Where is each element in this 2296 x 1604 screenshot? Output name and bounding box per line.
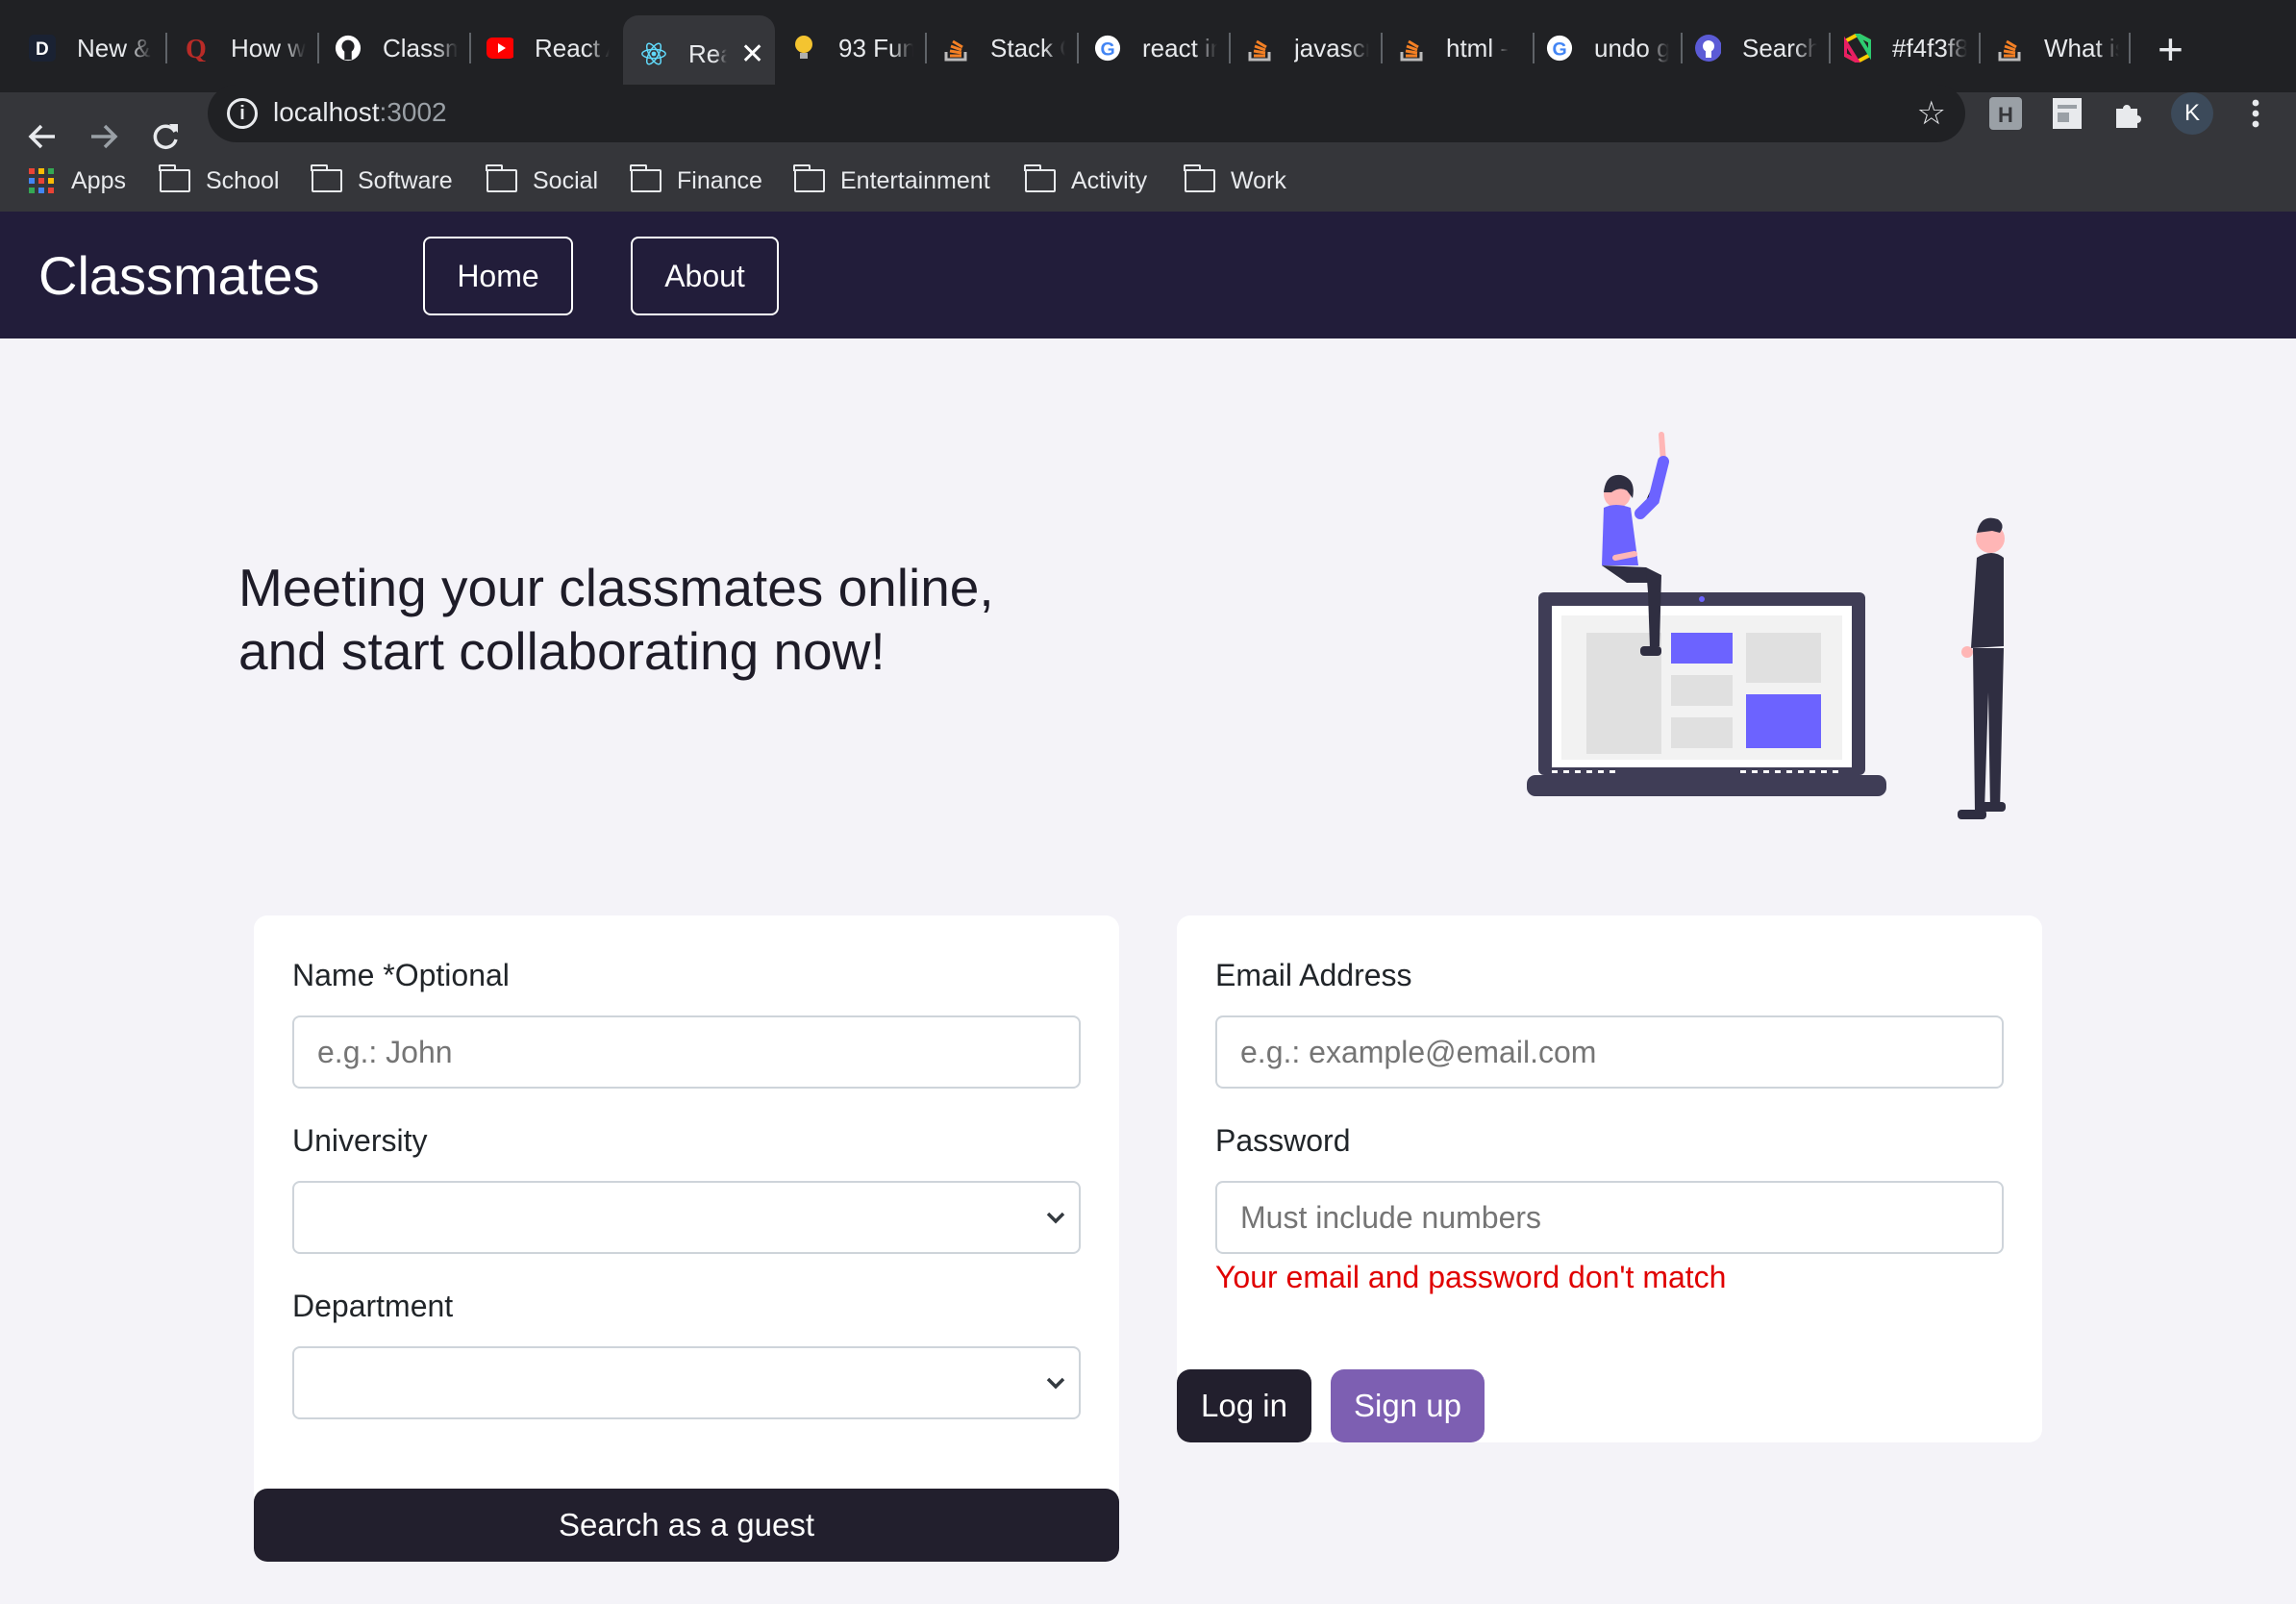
tab-separator (1381, 33, 1383, 63)
browser-tab[interactable]: What is (1996, 17, 2119, 79)
university-label: University (292, 1123, 428, 1158)
bookmark-folder-entertainment[interactable]: Entertainment (793, 162, 990, 200)
password-input[interactable] (1215, 1181, 2004, 1254)
browser-tab[interactable]: html - (1398, 17, 1521, 79)
tab-separator (1229, 33, 1231, 63)
github-icon (335, 35, 362, 62)
password-label: Password (1215, 1123, 1351, 1158)
document-extension-icon[interactable] (2050, 96, 2084, 131)
hex-icon (1844, 34, 1871, 63)
search-as-guest-button[interactable]: Search as a guest (254, 1489, 1119, 1562)
bookmark-apps[interactable]: Apps (29, 162, 126, 200)
chevron-down-icon (1046, 1377, 1065, 1390)
google-icon: G (1546, 35, 1573, 62)
folder-icon (311, 164, 342, 192)
hero-headline: Meeting your classmates online, and star… (238, 558, 994, 681)
site-info-icon[interactable]: i (227, 98, 258, 129)
nav-about-button[interactable]: About (631, 237, 779, 315)
signup-button[interactable]: Sign up (1331, 1369, 1485, 1442)
quora-icon: Q (183, 35, 210, 62)
folder-icon (630, 164, 661, 192)
browser-tab[interactable]: Stack Overflow (942, 17, 1065, 79)
tab-separator (469, 33, 471, 63)
browser-tab[interactable]: #f4f3f8 (1844, 17, 1967, 79)
react-icon (640, 40, 667, 67)
tab-separator (1681, 33, 1683, 63)
tab-separator (1979, 33, 1981, 63)
svg-text:D: D (36, 39, 49, 60)
name-label: Name *Optional (292, 958, 510, 992)
stackoverflow-icon (1996, 35, 2023, 62)
nav-home-button[interactable]: Home (423, 237, 573, 315)
browser-tab[interactable]: javascript (1246, 17, 1369, 79)
login-error-message: Your email and password don't match (1215, 1260, 1727, 1294)
tab-separator (1533, 33, 1535, 63)
d-icon: D (29, 35, 56, 62)
chevron-down-icon (1046, 1212, 1065, 1224)
tab-strip: D New & Noteworthy Q How would Classmate… (0, 0, 2296, 92)
brand-logo-text[interactable]: Classmates (38, 244, 320, 307)
bookmark-star-icon[interactable]: ☆ (1917, 94, 1946, 133)
tab-separator (925, 33, 927, 63)
h-extension-icon[interactable]: H (1988, 96, 2023, 131)
google-icon: G (1094, 35, 1121, 62)
bookmarks-bar: Apps School Software Social Finance Ente… (0, 152, 2296, 212)
bookmark-folder-social[interactable]: Social (486, 162, 598, 200)
browser-tab-active[interactable]: React App ✕ (623, 15, 775, 92)
folder-icon (1024, 164, 1056, 192)
apps-grid-icon (29, 168, 54, 193)
svg-text:G: G (1553, 38, 1567, 60)
browser-tab[interactable]: G undo git (1546, 17, 1669, 79)
bookmark-folder-finance[interactable]: Finance (630, 162, 762, 200)
folder-icon (1184, 164, 1215, 192)
collaboration-illustration (1527, 432, 2006, 819)
bookmark-folder-work[interactable]: Work (1184, 162, 1286, 200)
stackoverflow-icon (942, 35, 969, 62)
close-tab-icon[interactable]: ✕ (740, 38, 764, 71)
bookmark-folder-software[interactable]: Software (311, 162, 453, 200)
folder-icon (793, 164, 825, 192)
search-favicon (1694, 35, 1721, 62)
browser-tab[interactable]: G react input (1094, 17, 1217, 79)
login-button[interactable]: Log in (1177, 1369, 1311, 1442)
tab-separator (165, 33, 167, 63)
app-navbar: Classmates Home About (0, 212, 2296, 338)
new-tab-icon[interactable]: + (2158, 23, 2184, 75)
login-card (1177, 915, 2042, 1442)
kebab-menu-icon[interactable] (2238, 96, 2273, 131)
tab-separator (1077, 33, 1079, 63)
svg-text:Q: Q (186, 35, 207, 62)
bookmark-folder-activity[interactable]: Activity (1024, 162, 1147, 200)
browser-tab[interactable]: D New & Noteworthy (29, 17, 152, 79)
youtube-icon (487, 35, 513, 62)
browser-tab[interactable]: React App (487, 17, 610, 79)
svg-text:H: H (1998, 103, 2013, 127)
department-select[interactable] (292, 1346, 1081, 1419)
bulb-icon (790, 35, 817, 62)
puzzle-extensions-icon[interactable] (2111, 96, 2146, 131)
email-input[interactable] (1215, 1015, 2004, 1089)
tab-separator (1829, 33, 1831, 63)
folder-icon (159, 164, 190, 192)
browser-tab[interactable]: Search (1694, 17, 1817, 79)
university-select[interactable] (292, 1181, 1081, 1254)
tab-separator (317, 33, 319, 63)
department-label: Department (292, 1289, 454, 1323)
browser-tab[interactable]: 93 Fun (790, 17, 913, 79)
stackoverflow-icon (1398, 35, 1425, 62)
address-bar[interactable]: i localhost:3002 ☆ (208, 85, 1965, 142)
email-label: Email Address (1215, 958, 1412, 992)
url-text: localhost:3002 (273, 97, 447, 127)
svg-text:G: G (1101, 38, 1115, 60)
bookmark-folder-school[interactable]: School (159, 162, 279, 200)
tab-separator (2129, 33, 2131, 63)
stackoverflow-icon (1246, 35, 1273, 62)
folder-icon (486, 164, 517, 192)
browser-tab[interactable]: Q How would (183, 17, 306, 79)
name-input[interactable] (292, 1015, 1081, 1089)
browser-tab[interactable]: Classmates (335, 17, 458, 79)
profile-avatar[interactable]: K (2171, 92, 2213, 135)
